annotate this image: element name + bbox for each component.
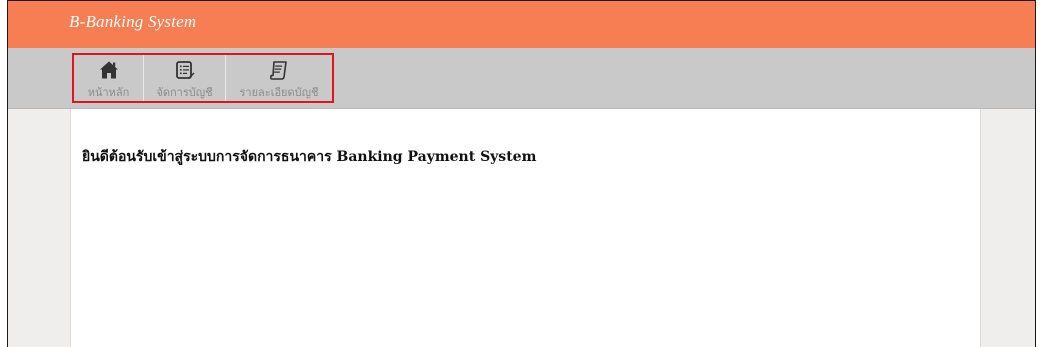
nav-item-detail-label: รายละเอียดบัญชี (239, 86, 319, 99)
nav-toolbar: หน้าหลัก จัดการบัญชี รายละเอียดบัญชี (8, 48, 1035, 109)
nav-item-manage-label: จัดการบัญชี (156, 86, 213, 99)
nav-item-manage-account[interactable]: จัดการบัญชี (144, 55, 226, 101)
manage-list-icon (173, 60, 197, 80)
nav-item-account-detail[interactable]: รายละเอียดบัญชี (226, 55, 332, 101)
account-detail-icon (267, 60, 291, 80)
home-icon (97, 60, 121, 80)
app-window: B-Banking System หน้าหลัก จัดการบัญชี รา… (7, 0, 1036, 347)
nav-item-home-label: หน้าหลัก (87, 86, 130, 99)
nav-menu-group: หน้าหลัก จัดการบัญชี รายละเอียดบัญชี (72, 53, 334, 103)
app-title: B-Banking System (69, 12, 197, 31)
app-header: B-Banking System (8, 1, 1035, 48)
left-gutter (8, 109, 70, 347)
nav-item-home[interactable]: หน้าหลัก (74, 55, 144, 101)
welcome-message: ยินดีต้อนรับเข้าสู่ระบบการจัดการธนาคาร B… (82, 149, 537, 165)
main-content: ยินดีต้อนรับเข้าสู่ระบบการจัดการธนาคาร B… (70, 109, 981, 347)
right-gutter (981, 109, 1035, 347)
